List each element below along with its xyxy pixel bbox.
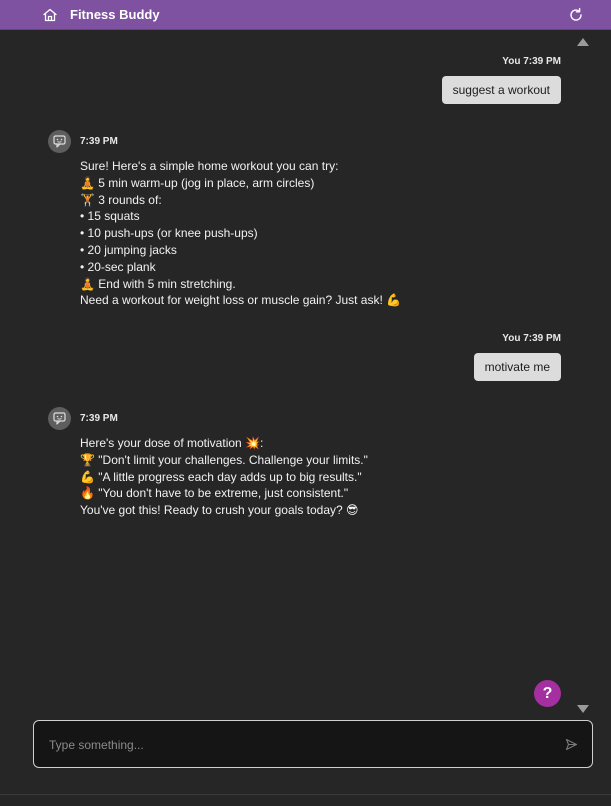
message-input[interactable] [47, 735, 551, 755]
user-message-bubble: suggest a workout [441, 76, 561, 104]
message-line: 🔥 "You don't have to be extreme, just co… [80, 486, 349, 501]
message-line: 💪 "A little progress each day adds up to… [80, 469, 362, 484]
user-message-bubble: motivate me [473, 353, 561, 381]
message-line: Sure! Here's a simple home workout you c… [80, 159, 339, 173]
app-title: Fitness Buddy [70, 7, 160, 22]
refresh-icon[interactable] [567, 6, 585, 24]
send-icon[interactable] [565, 738, 578, 751]
message-line: Need a workout for weight loss or muscle… [80, 293, 402, 308]
app-header: Fitness Buddy [0, 0, 611, 30]
message-input-box [33, 720, 593, 768]
message-line: • 10 push-ups (or knee push-ups) [80, 226, 258, 241]
bot-message-text: Here's your dose of motivation 💥: 🏆 "Don… [80, 435, 540, 519]
message-line: • 20 jumping jacks [80, 242, 177, 257]
message-line: • 15 squats [80, 209, 140, 224]
user-message-meta: You 7:39 PM [502, 56, 561, 67]
message-line: 🧘 5 min warm-up (jog in place, arm circl… [80, 175, 315, 190]
message-line: 🏆 "Don't limit your challenges. Challeng… [80, 452, 368, 467]
bot-message-time: 7:39 PM [80, 413, 118, 424]
bot-avatar [48, 407, 71, 430]
home-icon[interactable] [41, 6, 59, 24]
message-line: 🏋 3 rounds of: [80, 192, 162, 207]
bot-message-time: 7:39 PM [80, 136, 118, 147]
message-line: You've got this! Ready to crush your goa… [80, 503, 359, 518]
bot-chat-icon [53, 412, 66, 425]
scroll-up-arrow-icon[interactable] [577, 38, 589, 46]
message-line: • 20-sec plank [80, 259, 156, 274]
bot-avatar [48, 130, 71, 153]
user-message-meta: You 7:39 PM [502, 333, 561, 344]
help-button[interactable]: ? [534, 680, 561, 707]
scroll-down-arrow-icon[interactable] [577, 705, 589, 713]
bot-message-text: Sure! Here's a simple home workout you c… [80, 158, 540, 309]
message-line: 🧘 End with 5 min stretching. [80, 276, 236, 291]
message-line: Here's your dose of motivation 💥: [80, 436, 264, 450]
bot-chat-icon [53, 135, 66, 148]
footer-divider [0, 794, 611, 795]
